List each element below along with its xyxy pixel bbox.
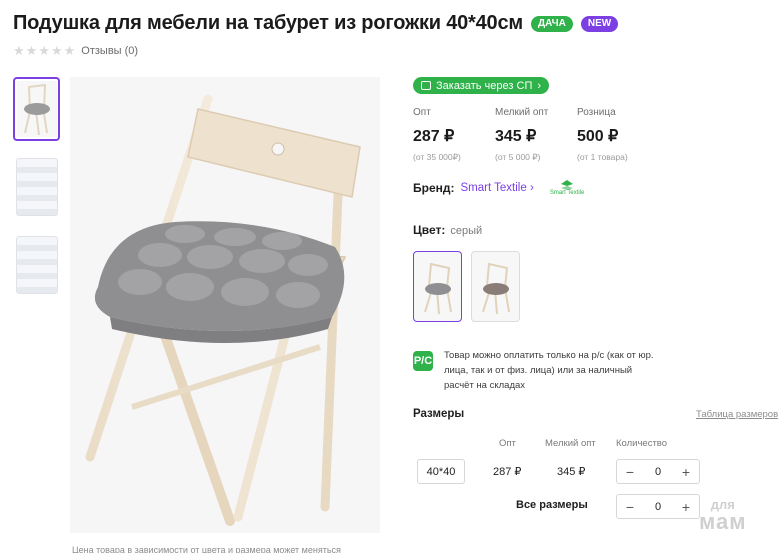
brand-logo-text: Smart Textile — [549, 190, 585, 196]
plus-button[interactable]: + — [679, 500, 693, 514]
price-value: 345 ₽ — [495, 128, 537, 145]
star-icon: ★ — [50, 43, 63, 58]
all-sizes-stepper: − 0 + — [616, 494, 700, 519]
badge-dacha[interactable]: ДАЧА — [531, 15, 573, 32]
watermark-line2: мам — [699, 509, 747, 534]
payment-note: Р/С Товар можно оплатить только на р/с (… — [413, 348, 654, 393]
color-label: Цвет: — [413, 223, 446, 237]
size-price-opt: 287 ₽ — [493, 466, 522, 478]
main-product-image[interactable] — [70, 77, 380, 533]
thumbnail-list — [13, 77, 60, 297]
cart-icon — [421, 81, 431, 90]
cushion-thumbnail-image — [15, 236, 58, 294]
price-wholesale: Опт 287 ₽ (от 35 000₽) — [413, 107, 495, 163]
price-note: (от 1 товара) — [577, 152, 628, 162]
star-icon: ★ — [63, 43, 76, 58]
reviews-link[interactable]: Отзывы (0) — [81, 45, 138, 57]
sizes-title: Размеры — [413, 408, 465, 420]
brand-name: Smart Textile — [460, 181, 527, 194]
star-icon: ★ — [13, 43, 25, 58]
all-sizes-label: Все размеры — [516, 499, 588, 511]
plus-button[interactable]: + — [679, 465, 693, 479]
brand-logo[interactable]: Smart Textile — [549, 179, 585, 196]
color-swatch-brown[interactable] — [471, 251, 520, 322]
price-caption: Цена товара в зависимости от цвета и раз… — [72, 545, 341, 553]
rating-stars: ★ ★ ★ ★ ★ — [13, 44, 75, 57]
price-label: Мелкий опт — [495, 107, 549, 118]
header-quantity: Количество — [616, 438, 668, 449]
watermark-logo: для мам — [699, 498, 747, 533]
order-via-sp-button[interactable]: Заказать через СП › — [413, 77, 550, 94]
star-icon: ★ — [38, 43, 50, 58]
brand-row: Бренд: Smart Textile › Smart Textile — [413, 179, 584, 196]
quantity-stepper: − 0 + — [616, 459, 700, 484]
price-value: 500 ₽ — [577, 128, 619, 145]
title-row: Подушка для мебели на табурет из рогожки… — [13, 12, 619, 35]
badge-new[interactable]: NEW — [580, 15, 619, 32]
chair-thumbnail-image — [16, 81, 57, 137]
quantity-value[interactable]: 0 — [655, 466, 661, 478]
thumbnail-cushion-1[interactable] — [13, 155, 60, 219]
thumbnail-chair[interactable] — [13, 77, 60, 141]
price-note: (от 35 000₽) — [413, 152, 461, 162]
size-table-link[interactable]: Таблица размеров — [696, 409, 778, 420]
color-value: серый — [450, 225, 483, 237]
payment-text: Товар можно оплатить только на р/с (как … — [444, 350, 654, 391]
color-row: Цвет: серый — [413, 223, 482, 237]
star-icon: ★ — [25, 43, 38, 58]
price-label: Розница — [577, 107, 616, 118]
chevron-right-icon: › — [529, 181, 534, 194]
rating-row: ★ ★ ★ ★ ★ Отзывы (0) — [13, 44, 138, 57]
chevron-right-icon: › — [537, 79, 542, 92]
size-chip[interactable]: 40*40 — [417, 459, 465, 484]
price-block: Опт 287 ₽ (от 35 000₽) Мелкий опт 345 ₽ … — [413, 107, 659, 163]
header-small-opt: Мелкий опт — [545, 438, 596, 449]
chair-image — [85, 94, 361, 526]
bank-account-icon: Р/С — [413, 351, 433, 371]
chair-brown-image — [481, 262, 510, 314]
chair-gray-image — [423, 262, 452, 314]
header-opt: Опт — [499, 438, 516, 449]
price-label: Опт — [413, 107, 431, 118]
page-title: Подушка для мебели на табурет из рогожки… — [13, 12, 523, 34]
size-price-small-opt: 345 ₽ — [557, 466, 586, 478]
price-small-wholesale: Мелкий опт 345 ₽ (от 5 000 ₽) — [495, 107, 577, 163]
color-swatch-gray[interactable] — [413, 251, 462, 322]
minus-button[interactable]: − — [623, 500, 637, 514]
price-value: 287 ₽ — [413, 128, 455, 145]
price-note: (от 5 000 ₽) — [495, 152, 541, 162]
all-sizes-quantity[interactable]: 0 — [655, 501, 661, 513]
brand-label: Бренд: — [413, 180, 455, 195]
cushion-thumbnail-image — [15, 158, 58, 216]
color-swatches — [413, 251, 520, 322]
minus-button[interactable]: − — [623, 465, 637, 479]
thumbnail-cushion-2[interactable] — [13, 233, 60, 297]
price-retail: Розница 500 ₽ (от 1 товара) — [577, 107, 659, 163]
brand-link[interactable]: Smart Textile › — [461, 182, 534, 194]
order-via-sp-label: Заказать через СП — [436, 79, 533, 92]
